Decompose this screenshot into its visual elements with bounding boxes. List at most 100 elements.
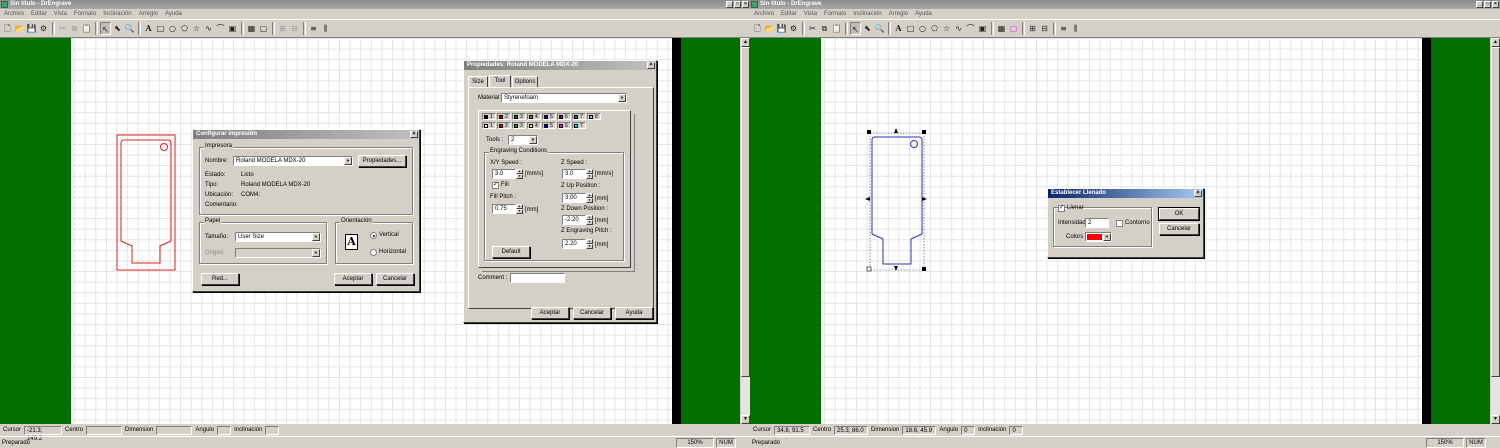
pen-7-swatch[interactable]: 7 [572,122,586,129]
rectangle-icon[interactable]: □ [905,22,916,35]
outline-icon[interactable]: ▢ [1008,22,1019,35]
xy-speed-field[interactable]: 3.0 [492,169,516,179]
fill-icon[interactable]: ▦ [246,22,257,35]
open-icon[interactable]: 📂 [764,22,775,35]
zoom-icon[interactable]: 🔍 [124,22,135,35]
z-up-spinner[interactable]: ▲ ▼ [586,193,593,203]
cut-icon[interactable]: ✂ [57,22,68,35]
ungroup-icon[interactable]: ⊟ [1039,22,1050,35]
printer-name-select[interactable]: Roland MODELA MDX-20 ▼ [233,156,353,166]
pen-1-swatch[interactable]: 1 [482,122,496,129]
menu-editar[interactable]: Editar [781,9,797,19]
pointer-icon[interactable]: ↖ [850,22,861,35]
z-pitch-field[interactable]: 2.20 [562,239,586,249]
chevron-down-icon[interactable]: ▼ [344,157,352,165]
chevron-down-icon[interactable]: ▼ [529,136,537,144]
zoom-icon[interactable]: 🔍 [874,22,885,35]
pen-1-swatch[interactable]: 1 [482,113,496,120]
scroll-thumb[interactable] [1491,47,1500,377]
tools-select[interactable]: 2 ▼ [508,135,538,145]
accept-button[interactable]: Aceptar [531,307,569,319]
left-vertical-scrollbar[interactable]: ▲ ▼ [741,38,750,424]
copy-icon[interactable]: ⧉ [819,22,830,35]
pen-6-swatch[interactable]: 6 [557,122,571,129]
llenar-checkbox[interactable]: ✓ [1058,205,1065,212]
pen-4-swatch[interactable]: 4 [527,122,541,129]
distribute-icon[interactable]: ⫼ [1070,22,1081,35]
close-button[interactable]: × [742,1,749,8]
freehand-icon[interactable]: ∿ [953,22,964,35]
menu-vista[interactable]: Vista [804,9,817,19]
pen-6-swatch[interactable]: 6 [557,113,571,120]
dialog-close-button[interactable]: × [1194,190,1202,197]
copy-icon[interactable]: ⧉ [69,22,80,35]
menu-formato[interactable]: Formato [74,9,96,19]
star-icon[interactable]: ☆ [191,22,202,35]
dialog-close-button[interactable]: × [647,62,655,69]
text-tool-icon[interactable]: A [893,22,904,35]
ellipse-icon[interactable]: ○ [917,22,928,35]
pen-4-swatch[interactable]: 4 [527,113,541,120]
curve-icon[interactable]: ⌒ [215,22,226,35]
ellipse-icon[interactable]: ○ [167,22,178,35]
tab-size[interactable]: Size [468,76,488,87]
cancel-button[interactable]: Cancelar [376,273,414,285]
scroll-down-button[interactable]: ▼ [741,415,750,424]
pen-3-swatch[interactable]: 3 [512,122,526,129]
chevron-down-icon[interactable]: ▼ [312,233,320,241]
cancel-button[interactable]: Cancelar [573,307,611,319]
right-vertical-scrollbar[interactable]: ▲ ▼ [1491,38,1500,424]
intensidad-field[interactable]: 2 [1085,218,1109,228]
save-icon[interactable]: 💾 [776,22,787,35]
polygon-icon[interactable]: ⬠ [929,22,940,35]
menu-vista[interactable]: Vista [54,9,67,19]
ungroup-icon[interactable]: ⊟ [289,22,300,35]
accept-button[interactable]: Aceptar [334,273,372,285]
properties-button[interactable]: Propiedades... [358,155,406,167]
fill-icon[interactable]: ▦ [996,22,1007,35]
tab-tool[interactable]: Tool [489,75,511,87]
fill-pitch-spinner[interactable]: ▲ ▼ [516,204,523,214]
menu-arreglo[interactable]: Arreglo [139,9,158,19]
xy-speed-spinner[interactable]: ▲ ▼ [516,169,523,179]
cut-icon[interactable]: ✂ [807,22,818,35]
node-edit-icon[interactable]: ⬉ [112,22,123,35]
menu-ayuda[interactable]: Ayuda [165,9,182,19]
pen-2-swatch[interactable]: 2 [497,113,511,120]
shape-outline[interactable] [115,133,177,273]
image-icon[interactable]: ▣ [227,22,238,35]
scroll-up-button[interactable]: ▲ [741,38,750,47]
pen-3-swatch[interactable]: 3 [512,113,526,120]
contorno-checkbox[interactable] [1116,220,1123,227]
z-speed-field[interactable]: 3.0 [562,169,586,179]
z-pitch-spinner[interactable]: ▲ ▼ [586,239,593,249]
horizontal-radio[interactable] [370,249,377,256]
group-icon[interactable]: ⊞ [1027,22,1038,35]
new-icon[interactable]: 🗋 [2,22,13,35]
scroll-thumb[interactable] [741,47,750,377]
z-down-spinner[interactable]: ▲ ▼ [586,215,593,225]
align-icon[interactable]: ≡ [308,22,319,35]
pen-8-swatch[interactable]: 8 [587,113,601,120]
fill-pitch-field[interactable]: 0.75 [492,204,516,214]
pen-5-swatch[interactable]: 5 [542,122,556,129]
new-icon[interactable]: 🗋 [752,22,763,35]
close-button[interactable]: × [1492,1,1499,8]
fill-checkbox[interactable]: ✓ [492,182,499,189]
freehand-icon[interactable]: ∿ [203,22,214,35]
menu-formato[interactable]: Formato [824,9,846,19]
open-icon[interactable]: 📂 [14,22,25,35]
menu-inclinaci-n[interactable]: Inclinación [103,9,131,19]
chevron-down-icon[interactable]: ▼ [618,94,626,102]
network-button[interactable]: Red... [201,273,239,285]
engrave-icon[interactable]: ⚙ [788,22,799,35]
default-button[interactable]: Default [492,246,530,258]
pen-2-swatch[interactable]: 2 [497,122,511,129]
align-icon[interactable]: ≡ [1058,22,1069,35]
material-select[interactable]: Styrenefoam ▼ [501,93,627,103]
z-down-field[interactable]: -2.20 [562,215,586,225]
distribute-icon[interactable]: ⫼ [320,22,331,35]
minimize-button[interactable]: _ [726,1,733,8]
vertical-radio[interactable] [370,232,377,239]
pen-5-swatch[interactable]: 5 [542,113,556,120]
